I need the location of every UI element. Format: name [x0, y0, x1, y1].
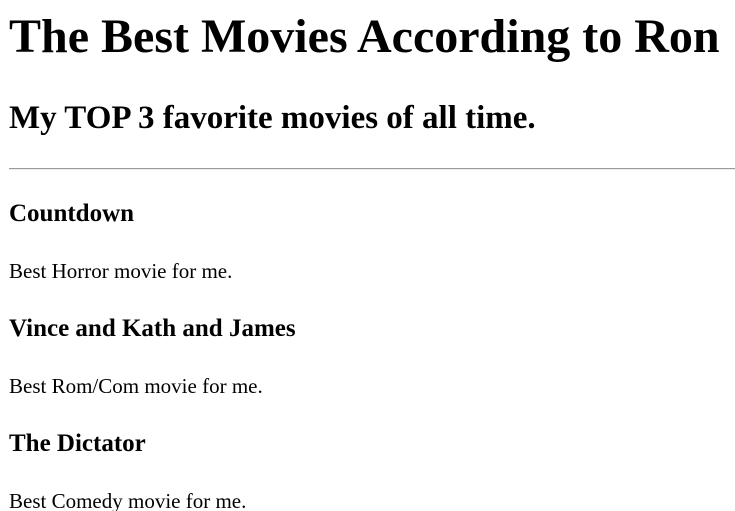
movie-title: The Dictator [9, 430, 146, 457]
page-title: The Best Movies According to Ron [9, 10, 720, 63]
movie-title: Countdown [9, 200, 135, 227]
divider [9, 168, 735, 170]
page-subtitle: My TOP 3 favorite movies of all time. [9, 100, 536, 136]
page: The Best Movies According to Ron My TOP … [0, 0, 735, 511]
movie-description: Best Rom/Com movie for me. [9, 374, 263, 398]
movie-title: Vince and Kath and James [9, 315, 296, 342]
movie-description: Best Comedy movie for me. [9, 489, 247, 511]
movie-description: Best Horror movie for me. [9, 259, 233, 283]
